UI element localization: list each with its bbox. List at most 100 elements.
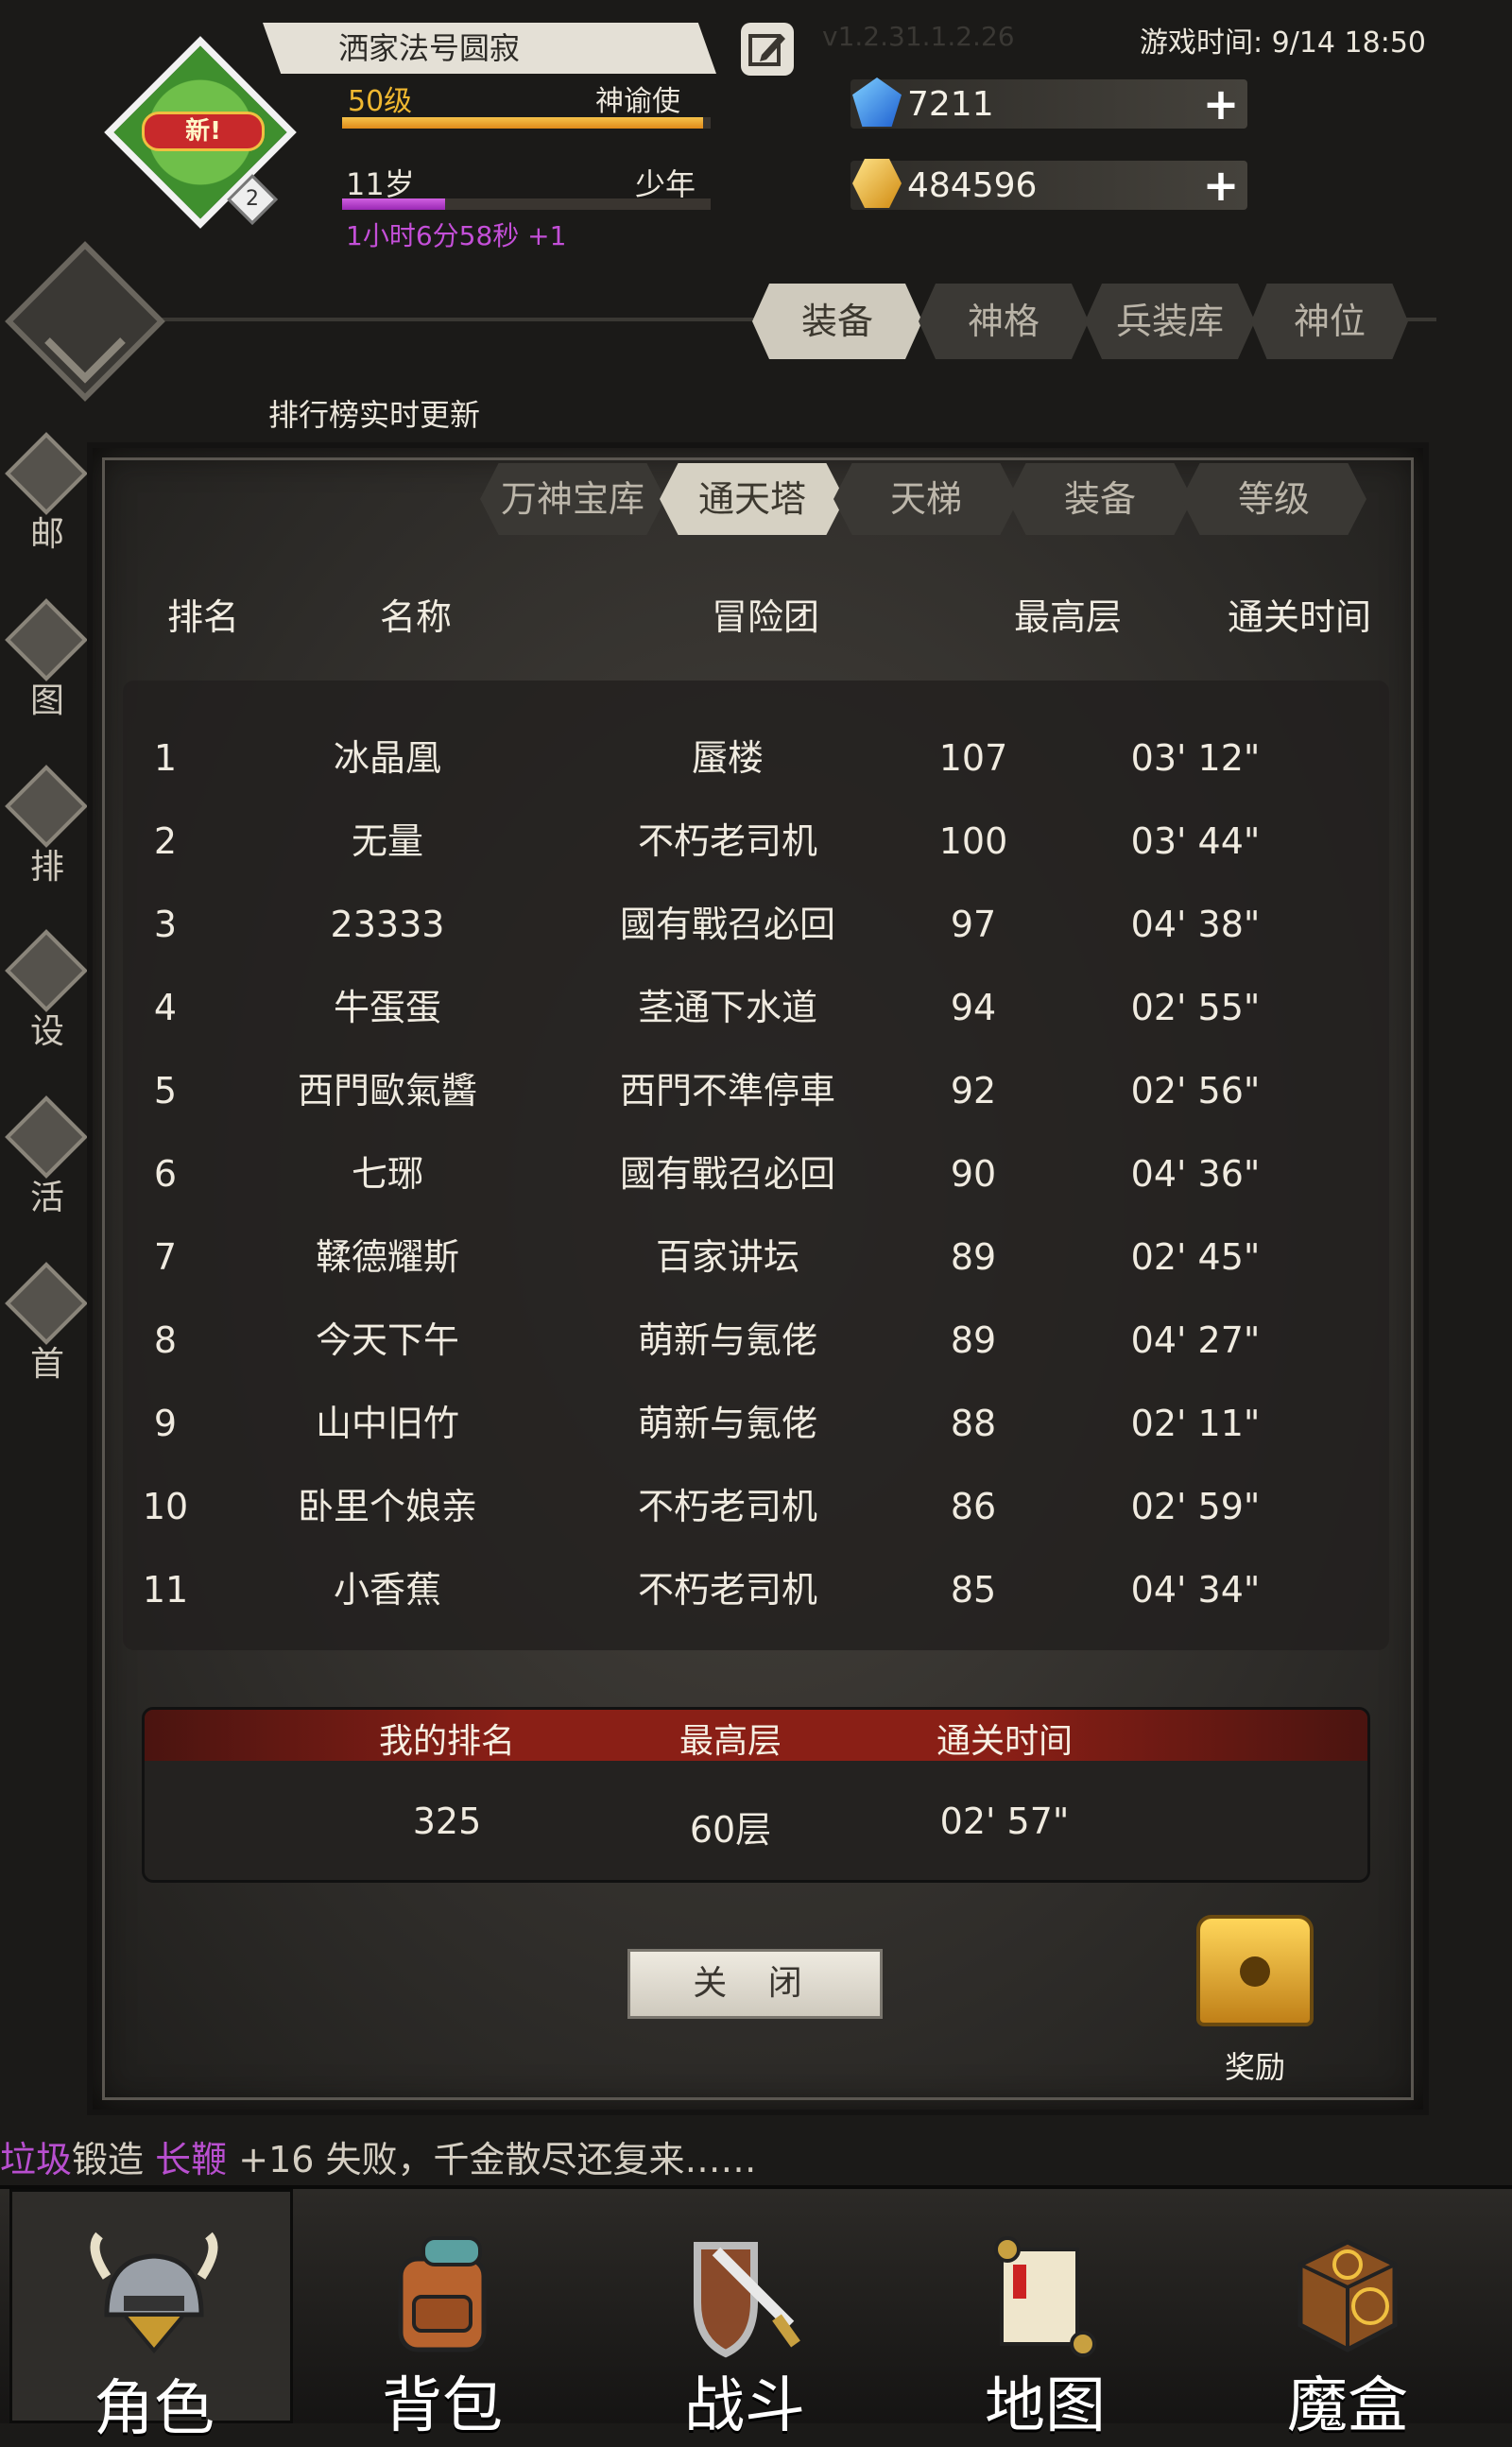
my-ranking-header: 我的排名 最高层 通关时间 (145, 1710, 1367, 1761)
side-menu-item[interactable]: 邮 (0, 432, 88, 554)
rank-cell: 8 (153, 1319, 178, 1361)
name-cell: 23333 (330, 904, 445, 945)
rank-cell: 6 (153, 1153, 178, 1195)
floor-cell: 92 (950, 1070, 997, 1111)
close-button[interactable]: 关 闭 (627, 1949, 883, 2019)
table-row[interactable]: 11 小香蕉 不朽老司机 85 04' 34" (123, 1548, 1389, 1631)
add-gold-icon[interactable]: + (1200, 164, 1242, 207)
side-menu-icon (5, 432, 88, 515)
chevron-down-icon (44, 337, 126, 384)
side-menu-icon (5, 1262, 88, 1345)
gold-currency: 484596 + (850, 161, 1247, 210)
side-menu-label: 图 (30, 681, 65, 720)
team-cell: 國有戰召必回 (619, 1153, 835, 1195)
my-time-label: 通关时间 (936, 1722, 1073, 1761)
gold-amount: 484596 (907, 166, 1038, 205)
column-time: 通关时间 (1227, 596, 1371, 638)
side-menu-icon (5, 598, 88, 681)
side-menu-label: 邮 (30, 515, 65, 554)
side-menu-icon (5, 765, 88, 848)
table-row[interactable]: 6 七琊 國有戰召必回 90 04' 36" (123, 1132, 1389, 1215)
my-rank-label: 我的排名 (378, 1722, 515, 1761)
side-menu-item[interactable]: 活 (0, 1095, 88, 1217)
tab-level-rank[interactable]: 等级 (1181, 463, 1366, 535)
tab-ladder[interactable]: 天梯 (833, 463, 1019, 535)
edit-name-icon[interactable] (741, 23, 794, 76)
table-row[interactable]: 2 无量 不朽老司机 100 03' 44" (123, 800, 1389, 883)
tab-pantheon-vault[interactable]: 万神宝库 (480, 463, 665, 535)
time-cell: 04' 38" (1130, 904, 1261, 945)
side-menu-icon (5, 1095, 88, 1179)
reward-button[interactable]: 奖励 (1185, 1909, 1325, 2085)
floor-cell: 97 (950, 904, 997, 945)
rank-cell: 7 (153, 1236, 178, 1278)
my-floor-label: 最高层 (679, 1722, 782, 1761)
team-cell: 蜃楼 (691, 737, 764, 779)
team-cell: 不朽老司机 (637, 1569, 817, 1611)
time-cell: 02' 55" (1130, 987, 1261, 1028)
log-action: 锻造 (72, 2139, 145, 2180)
nav-label: 地图 (985, 2371, 1106, 2441)
log-item-quality: 垃圾 (0, 2139, 73, 2180)
side-menu-item[interactable]: 图 (0, 598, 88, 720)
side-menu-label: 首 (30, 1345, 65, 1384)
age-bar-fill (342, 198, 446, 210)
tab-divinity[interactable]: 神格 (919, 284, 1089, 359)
name-cell: 卧里个娘亲 (297, 1486, 477, 1527)
table-row[interactable]: 1 冰晶凰 蜃楼 107 03' 12" (123, 716, 1389, 800)
table-row[interactable]: 7 鞣德耀斯 百家讲坛 89 02' 45" (123, 1215, 1389, 1299)
time-cell: 04' 36" (1130, 1153, 1261, 1195)
nav-label: 角色 (94, 2374, 215, 2444)
side-menu-label: 排 (30, 848, 65, 887)
nav-item[interactable]: 地图 (903, 2189, 1187, 2441)
tab-equipment-rank[interactable]: 装备 (1007, 463, 1193, 535)
my-floor-value: 60层 (689, 1809, 772, 1851)
sword-shield-icon (679, 2227, 811, 2359)
table-row[interactable]: 3 23333 國有戰召必回 97 04' 38" (123, 883, 1389, 966)
version-text: v1.2.31.1.2.26 (822, 21, 1015, 52)
tab-sky-tower[interactable]: 通天塔 (660, 463, 845, 535)
add-diamond-icon[interactable]: + (1200, 82, 1242, 126)
reward-label: 奖励 (1224, 2049, 1285, 2085)
scroll-icon (979, 2227, 1111, 2359)
tab-armory[interactable]: 兵装库 (1085, 284, 1255, 359)
time-cell: 04' 34" (1130, 1569, 1261, 1611)
table-row[interactable]: 8 今天下午 萌新与氪佬 89 04' 27" (123, 1299, 1389, 1382)
side-menu-item[interactable]: 首 (0, 1262, 88, 1384)
player-title: 神谕使 (595, 85, 680, 118)
team-cell: 百家讲坛 (655, 1236, 799, 1278)
log-weapon: 长鞭 (155, 2139, 228, 2180)
nav-item[interactable]: 背包 (301, 2189, 584, 2441)
player-level: 50级 (348, 85, 413, 118)
table-row[interactable]: 9 山中旧竹 萌新与氪佬 88 02' 11" (123, 1382, 1389, 1465)
team-cell: 不朽老司机 (637, 1486, 817, 1527)
name-cell: 鞣德耀斯 (315, 1236, 459, 1278)
floor-cell: 86 (950, 1486, 997, 1527)
tab-god-rank[interactable]: 神位 (1251, 284, 1408, 359)
tab-equipment[interactable]: 装备 (752, 284, 922, 359)
nav-label: 战斗 (684, 2371, 805, 2441)
nav-item[interactable]: 战斗 (603, 2189, 886, 2441)
table-row[interactable]: 4 牛蛋蛋 茎通下水道 94 02' 55" (123, 966, 1389, 1049)
name-cell: 无量 (351, 820, 423, 862)
name-cell: 小香蕉 (333, 1569, 441, 1611)
exp-bar (342, 117, 711, 129)
rank-cell: 9 (153, 1403, 178, 1444)
ranking-table-header: 排名 名称 冒险团 最高层 通关时间 (104, 588, 1427, 654)
nav-item[interactable]: 魔盒 (1206, 2189, 1489, 2441)
side-menu-icon (5, 929, 88, 1012)
column-floor: 最高层 (1013, 596, 1122, 638)
nav-item[interactable]: 角色 (9, 2189, 293, 2444)
time-cell: 04' 27" (1130, 1319, 1261, 1361)
diamond-amount: 7211 (907, 85, 994, 124)
side-menu-item[interactable]: 设 (0, 929, 88, 1051)
rank-update-notice: 排行榜实时更新 (268, 397, 481, 433)
table-row[interactable]: 5 西門歐氣醬 西門不準停車 92 02' 56" (123, 1049, 1389, 1132)
team-cell: 西門不準停車 (619, 1070, 835, 1111)
side-menu-item[interactable]: 排 (0, 765, 88, 887)
floor-cell: 85 (950, 1569, 997, 1611)
player-name: 洒家法号圆寂 (263, 23, 716, 74)
table-row[interactable]: 10 卧里个娘亲 不朽老司机 86 02' 59" (123, 1465, 1389, 1548)
exp-bar-fill (342, 117, 704, 129)
log-result: +16 失败，千金散尽还复来…… (238, 2139, 757, 2180)
